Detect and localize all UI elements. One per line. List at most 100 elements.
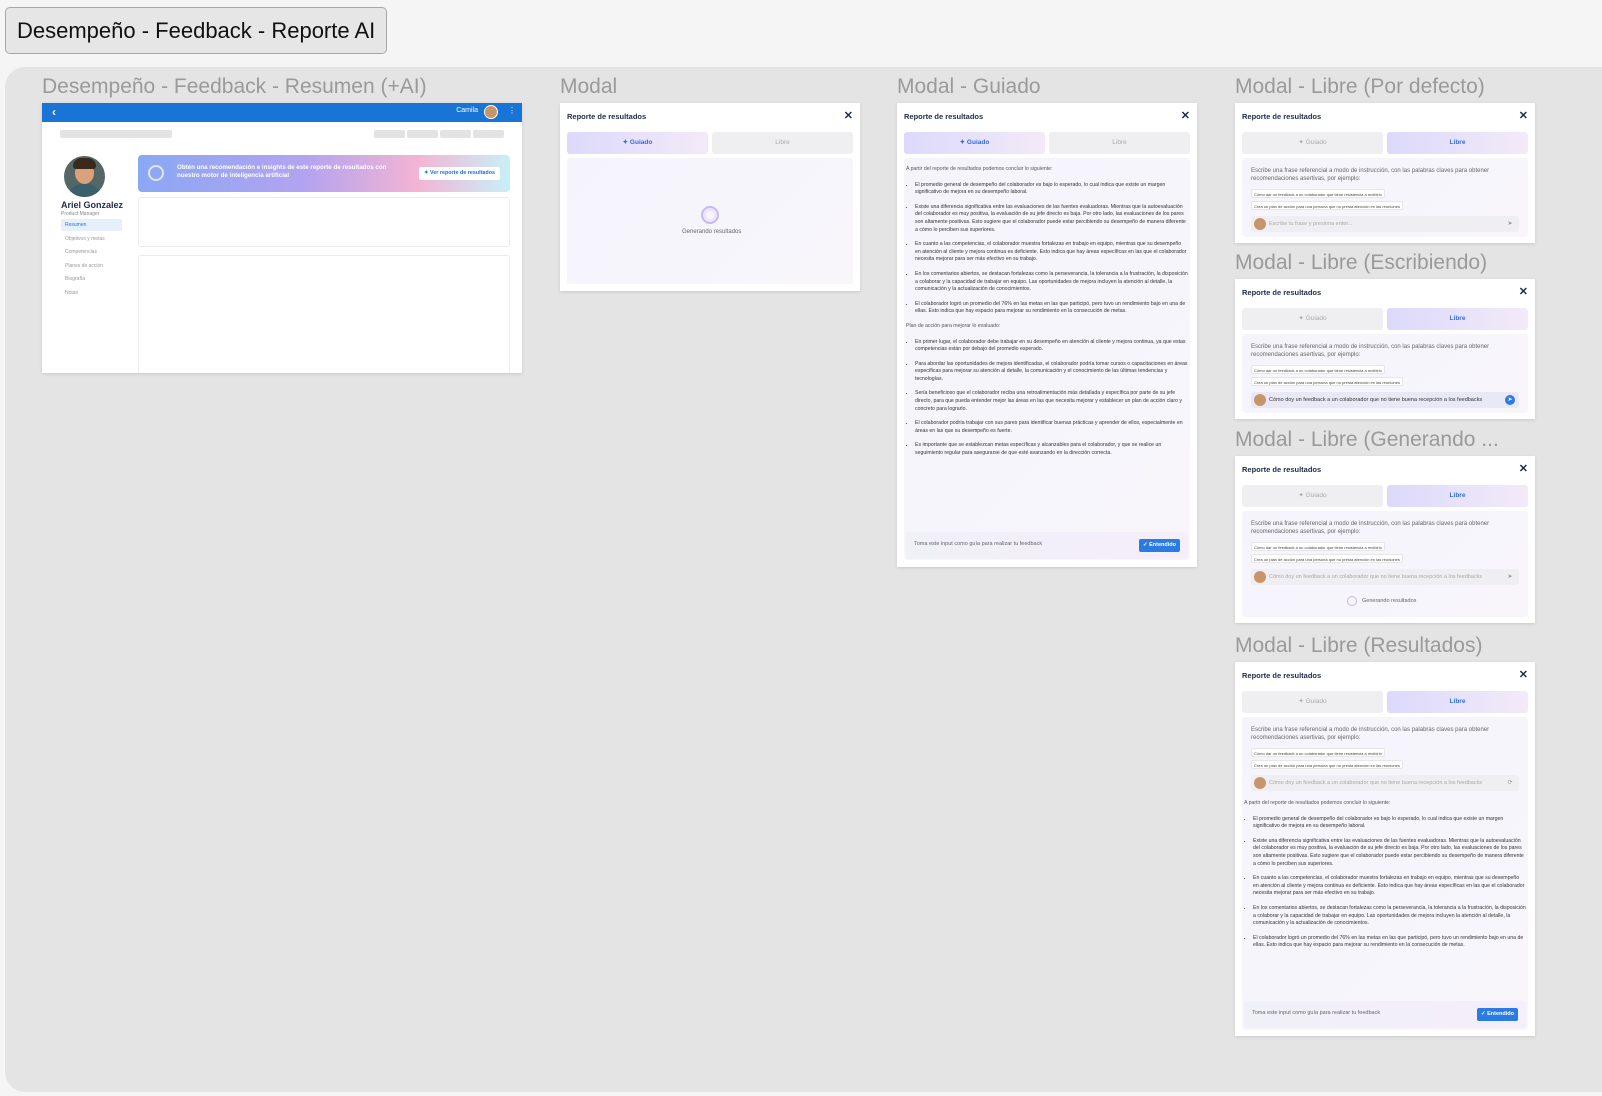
refresh-icon[interactable]: ⟳ <box>1505 778 1515 788</box>
result-lead: A partir del reporte de resultados podem… <box>906 166 1053 172</box>
example-chip[interactable]: Crea un plan de acción para una persona … <box>1251 201 1403 210</box>
tab-guiado[interactable]: ✦ Guiado <box>1242 691 1383 713</box>
close-icon[interactable]: ✕ <box>1519 109 1528 122</box>
plan-bullet: El colaborador podría trabajar con sus p… <box>915 420 1188 435</box>
hint-text: Escribe una frase referencial a modo de … <box>1251 727 1490 741</box>
app-topbar: ‹ Camila ⋮ <box>42 103 522 122</box>
user-avatar <box>1254 571 1266 583</box>
profile-name: Ariel Gonzalez <box>61 200 124 210</box>
frame-label-libre-default[interactable]: Modal - Libre (Por defecto) <box>1235 75 1525 99</box>
result-bullet: Existe una diferencia significativa entr… <box>915 204 1188 234</box>
plan-lead: Plan de acción para mejorar lo evaluado: <box>906 322 1001 329</box>
tab-libre[interactable]: Libre <box>1387 691 1528 713</box>
tab-libre[interactable]: Libre <box>712 132 853 154</box>
prompt-input[interactable]: Escribe tu frase y presiona enter... ➤ <box>1251 216 1519 232</box>
frame-label-guiado[interactable]: Modal - Guiado <box>897 75 1041 99</box>
frame-label-libre-resultados[interactable]: Modal - Libre (Resultados) <box>1235 634 1525 658</box>
page-title: Desempeño - Feedback - Reporte AI <box>5 7 388 54</box>
prompt-input[interactable]: Cómo doy un feedback a un colaborador qu… <box>1251 569 1519 585</box>
close-icon[interactable]: ✕ <box>1181 109 1190 122</box>
ai-spinner-icon <box>1347 596 1357 606</box>
result-bullet: En los comentarios abiertos, se destacan… <box>1253 905 1526 928</box>
back-icon[interactable]: ‹ <box>52 105 56 119</box>
modal-footer: Toma este input como guía para realizar … <box>906 532 1188 559</box>
hint-text: Escribe una frase referencial a modo de … <box>1251 168 1490 182</box>
tab-libre[interactable]: Libre <box>1049 132 1190 154</box>
close-icon[interactable]: ✕ <box>1519 668 1528 681</box>
result-bullet: En cuanto a las competencias, el colabor… <box>1253 875 1526 898</box>
plan-bullet: Es importante que se establezcan metas e… <box>915 442 1188 457</box>
example-chip[interactable]: Crea un plan de acción para una persona … <box>1251 554 1403 563</box>
tab-guiado[interactable]: ✦ Guiado <box>904 132 1045 154</box>
modal-title: Reporte de resultados <box>1242 112 1322 121</box>
entendido-button[interactable]: ✓ Entendido <box>1138 539 1180 552</box>
tab-libre[interactable]: Libre <box>1387 132 1528 154</box>
tab-libre[interactable]: Libre <box>1387 485 1528 507</box>
footer-text: Toma este input como guía para realizar … <box>1252 1010 1381 1016</box>
user-avatar <box>1254 218 1266 230</box>
modal-footer: Toma este input como guía para realizar … <box>1244 1001 1526 1028</box>
frame-libre-generando: Reporte de resultados ✕ ✦ Guiado Libre E… <box>1235 456 1535 623</box>
result-bullet: El colaborador logró un promedio del 76%… <box>915 301 1188 316</box>
result-bullet: El promedio general de desempeño del col… <box>1253 816 1526 831</box>
modal-body: Escribe una frase referencial a modo de … <box>1242 334 1528 413</box>
nav-item-notas[interactable]: Notas <box>61 287 122 299</box>
user-avatar[interactable] <box>484 105 498 119</box>
modal-body: Generando resultados <box>567 158 853 284</box>
prompt-value: Cómo doy un feedback a un colaborador qu… <box>1269 397 1483 403</box>
skeleton-action <box>374 130 405 138</box>
example-chip[interactable]: Cómo dar un feedback a un colaborador qu… <box>1251 365 1385 374</box>
frame-libre-default: Reporte de resultados ✕ ✦ Guiado Libre E… <box>1235 103 1535 243</box>
tab-guiado[interactable]: ✦ Guiado <box>567 132 708 154</box>
frame-label-resumen[interactable]: Desempeño - Feedback - Resumen (+AI) <box>42 75 482 99</box>
close-icon[interactable]: ✕ <box>1519 462 1528 475</box>
nav-item-competencias[interactable]: Competencias <box>61 246 122 258</box>
entendido-button[interactable]: ✓ Entendido <box>1476 1008 1518 1021</box>
frame-resumen: ‹ Camila ⋮ Ariel Gonzalez Product Manage… <box>42 103 522 373</box>
modal-title: Reporte de resultados <box>567 112 647 121</box>
result-bullet: En los comentarios abiertos, se destacan… <box>915 271 1188 294</box>
skeleton-action <box>407 130 438 138</box>
content-card <box>138 197 510 247</box>
nav-item-resumen[interactable]: Resumen <box>61 219 122 231</box>
frame-libre-escribiendo: Reporte de resultados ✕ ✦ Guiado Libre E… <box>1235 279 1535 419</box>
send-icon[interactable]: ➤ <box>1505 395 1515 405</box>
nav-item-biografia[interactable]: Biografía <box>61 273 122 285</box>
example-chip[interactable]: Cómo dar un feedback a un colaborador qu… <box>1251 189 1385 198</box>
hint-text: Escribe una frase referencial a modo de … <box>1251 521 1490 535</box>
tab-guiado[interactable]: ✦ Guiado <box>1242 485 1383 507</box>
frame-label-libre-generando[interactable]: Modal - Libre (Generando ... <box>1235 428 1525 452</box>
nav-item-objetivos[interactable]: Objetivos y metas <box>61 233 122 245</box>
example-chip[interactable]: Crea un plan de acción para una persona … <box>1251 377 1403 386</box>
result-lead: A partir del reporte de resultados podem… <box>1244 800 1391 806</box>
tab-guiado[interactable]: ✦ Guiado <box>1242 132 1383 154</box>
result-bullet: El colaborador logró un promedio del 76%… <box>1253 935 1526 950</box>
prompt-input[interactable]: Cómo doy un feedback a un colaborador qu… <box>1251 775 1519 791</box>
modal-title: Reporte de resultados <box>904 112 984 121</box>
tab-guiado[interactable]: ✦ Guiado <box>1242 308 1383 330</box>
frame-label-libre-escribiendo[interactable]: Modal - Libre (Escribiendo) <box>1235 251 1525 275</box>
result-bullet: Existe una diferencia significativa entr… <box>1253 838 1526 868</box>
skeleton-action <box>440 130 471 138</box>
example-chip[interactable]: Cómo dar un feedback a un colaborador qu… <box>1251 748 1385 757</box>
prompt-input[interactable]: Cómo doy un feedback a un colaborador qu… <box>1251 392 1519 408</box>
more-icon[interactable]: ⋮ <box>508 106 516 115</box>
profile-avatar <box>64 156 105 197</box>
send-icon[interactable]: ➤ <box>1505 219 1515 229</box>
plan-bullet: Para abordar las oportunidades de mejora… <box>915 361 1188 384</box>
canvas-section: Desempeño - Feedback - Resumen (+AI) Mod… <box>5 67 1602 1092</box>
plan-bullet: Sería beneficioso que el colaborador rec… <box>915 390 1188 413</box>
example-chip[interactable]: Cómo dar un feedback a un colaborador qu… <box>1251 542 1385 551</box>
frame-libre-resultados: Reporte de resultados ✕ ✦ Guiado Libre E… <box>1235 662 1535 1036</box>
example-chip[interactable]: Crea un plan de acción para una persona … <box>1251 760 1403 769</box>
generating-text: Generando resultados <box>1362 598 1417 604</box>
close-icon[interactable]: ✕ <box>1519 285 1528 298</box>
ver-reporte-button[interactable]: ✦ Ver reporte de resultados <box>418 167 500 180</box>
close-icon[interactable]: ✕ <box>844 109 853 122</box>
profile-role: Product Manager <box>61 211 100 217</box>
user-avatar <box>1254 394 1266 406</box>
send-icon[interactable]: ➤ <box>1505 572 1515 582</box>
nav-item-planes[interactable]: Planes de acción <box>61 260 122 272</box>
frame-label-modal[interactable]: Modal <box>560 75 617 99</box>
tab-libre[interactable]: Libre <box>1387 308 1528 330</box>
